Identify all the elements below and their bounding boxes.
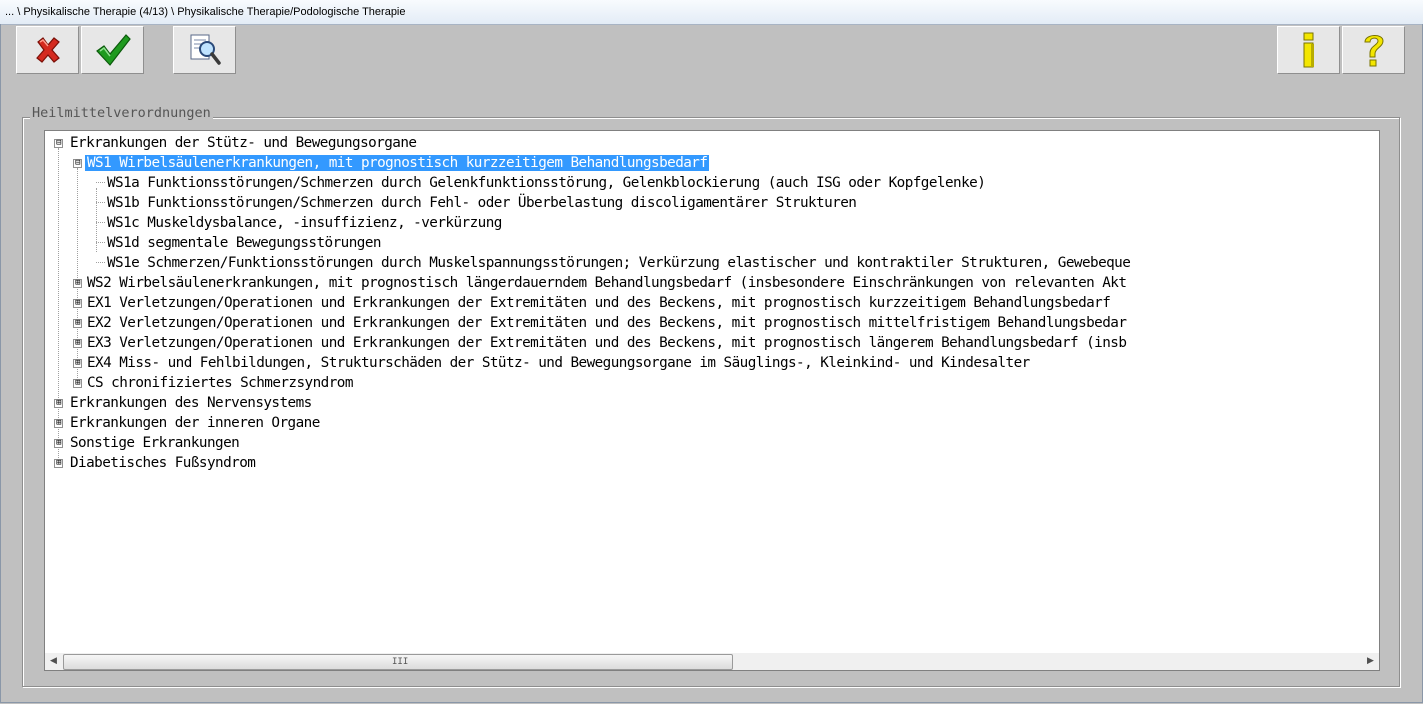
- tree-node-cs[interactable]: ⊞ CS chronifiziertes Schmerzsyndrom: [67, 373, 355, 393]
- search-button[interactable]: [173, 26, 236, 74]
- tree-node-label: Erkrankungen des Nervensystems: [70, 395, 312, 411]
- tree-view[interactable]: ⊟ Erkrankungen der Stütz- und Bewegungso…: [44, 130, 1380, 671]
- tree-line: [96, 202, 105, 203]
- tree-node-ws1d[interactable]: WS1d segmentale Bewegungsstörungen: [105, 233, 383, 253]
- red-x-icon: [35, 37, 60, 63]
- tree-node-label: Erkrankungen der inneren Organe: [70, 415, 320, 431]
- tree-node-label: WS2 Wirbelsäulenerkrankungen, mit progno…: [87, 275, 1127, 291]
- tree-node-label: WS1a Funktionsstörungen/Schmerzen durch …: [107, 175, 986, 191]
- scrollbar-thumb[interactable]: III: [63, 654, 733, 670]
- expand-icon[interactable]: ⊞: [54, 439, 63, 448]
- tree-node-sonstige[interactable]: ⊞ Sonstige Erkrankungen: [48, 433, 241, 453]
- tree-node-label: EX4 Miss- und Fehlbildungen, Struktursch…: [87, 355, 1030, 371]
- tree-line: [96, 262, 105, 263]
- tree-node-ex1[interactable]: ⊞ EX1 Verletzungen/Operationen und Erkra…: [67, 293, 1112, 313]
- green-check-icon: [95, 34, 131, 66]
- collapse-icon[interactable]: ⊟: [73, 159, 82, 168]
- info-icon: [1303, 32, 1314, 68]
- expand-icon[interactable]: ⊞: [73, 279, 82, 288]
- tree-node-label: WS1c Muskeldysbalance, -insuffizienz, -v…: [107, 215, 502, 231]
- tree-node-label: Diabetisches Fußsyndrom: [70, 455, 256, 471]
- expand-icon[interactable]: ⊞: [73, 359, 82, 368]
- expand-icon[interactable]: ⊞: [73, 299, 82, 308]
- cancel-button[interactable]: [16, 26, 79, 74]
- collapse-icon[interactable]: ⊟: [54, 139, 63, 148]
- tree-node-label: EX2 Verletzungen/Operationen und Erkrank…: [87, 315, 1127, 331]
- tree-node-diabetisch[interactable]: ⊞ Diabetisches Fußsyndrom: [48, 453, 257, 473]
- tree-node-label: WS1 Wirbelsäulenerkrankungen, mit progno…: [85, 155, 710, 171]
- expand-icon[interactable]: ⊞: [73, 339, 82, 348]
- ok-button[interactable]: [81, 26, 144, 74]
- expand-icon[interactable]: ⊞: [73, 319, 82, 328]
- title-bar: ... \ Physikalische Therapie (4/13) \ Ph…: [0, 0, 1423, 25]
- tree-node-innere-organe[interactable]: ⊞ Erkrankungen der inneren Organe: [48, 413, 322, 433]
- tree-node-label: WS1d segmentale Bewegungsstörungen: [107, 235, 382, 251]
- tree-node-ex4[interactable]: ⊞ EX4 Miss- und Fehlbildungen, Strukturs…: [67, 353, 1032, 373]
- group-legend: Heilmittelverordnungen: [30, 104, 213, 122]
- tree-node-label: WS1b Funktionsstörungen/Schmerzen durch …: [107, 195, 857, 211]
- tree-line: [96, 182, 105, 183]
- tree-node-ws1b[interactable]: WS1b Funktionsstörungen/Schmerzen durch …: [105, 193, 858, 213]
- info-button[interactable]: [1277, 26, 1340, 74]
- scroll-right-icon[interactable]: ▶: [1362, 653, 1379, 670]
- tree-node-ex3[interactable]: ⊞ EX3 Verletzungen/Operationen und Erkra…: [67, 333, 1128, 353]
- expand-icon[interactable]: ⊞: [54, 399, 63, 408]
- tree-node-nervensystem[interactable]: ⊞ Erkrankungen des Nervensystems: [48, 393, 314, 413]
- scroll-left-icon[interactable]: ◀: [45, 653, 62, 670]
- tree-node-label: EX3 Verletzungen/Operationen und Erkrank…: [87, 335, 1127, 351]
- tree-node-stuetz-bewegung[interactable]: ⊟ Erkrankungen der Stütz- und Bewegungso…: [48, 133, 418, 153]
- tree-line: [96, 242, 105, 243]
- tree-node-label: EX1 Verletzungen/Operationen und Erkrank…: [87, 295, 1111, 311]
- expand-icon[interactable]: ⊞: [54, 419, 63, 428]
- tree-node-label: Erkrankungen der Stütz- und Bewegungsorg…: [70, 135, 417, 151]
- horizontal-scrollbar[interactable]: ◀ III ▶: [45, 653, 1379, 670]
- tree-node-ws1[interactable]: ⊟ WS1 Wirbelsäulenerkrankungen, mit prog…: [67, 153, 710, 173]
- tree-node-label: Sonstige Erkrankungen: [70, 435, 240, 451]
- tree-node-label: WS1e Schmerzen/Funktionsstörungen durch …: [107, 255, 1131, 271]
- help-button[interactable]: [1342, 26, 1405, 74]
- tree-node-ws2[interactable]: ⊞ WS2 Wirbelsäulenerkrankungen, mit prog…: [67, 273, 1128, 293]
- tree-node-ws1a[interactable]: WS1a Funktionsstörungen/Schmerzen durch …: [105, 173, 987, 193]
- tree-node-ws1e[interactable]: WS1e Schmerzen/Funktionsstörungen durch …: [105, 253, 1132, 273]
- expand-icon[interactable]: ⊞: [54, 459, 63, 468]
- tree-node-label: CS chronifiziertes Schmerzsyndrom: [87, 375, 353, 391]
- magnifier-document-icon: [190, 34, 221, 65]
- question-mark-icon: [1363, 35, 1384, 67]
- window-title: ... \ Physikalische Therapie (4/13) \ Ph…: [5, 6, 406, 18]
- tree-node-ws1c[interactable]: WS1c Muskeldysbalance, -insuffizienz, -v…: [105, 213, 504, 233]
- tree-node-ex2[interactable]: ⊞ EX2 Verletzungen/Operationen und Erkra…: [67, 313, 1128, 333]
- tree-line: [96, 222, 105, 223]
- grip-icon: III: [392, 657, 409, 667]
- expand-icon[interactable]: ⊞: [73, 379, 82, 388]
